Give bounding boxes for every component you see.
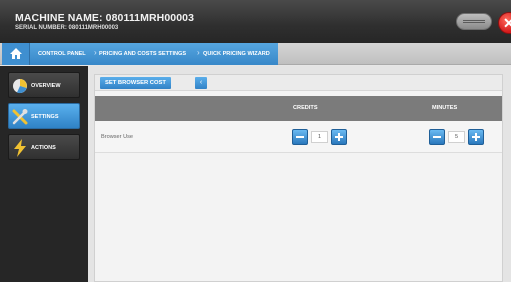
table-row: Browser Use 1 5 xyxy=(95,121,502,153)
breadcrumb-separator: › xyxy=(197,48,200,57)
section-header: SET BROWSER COST ‹ xyxy=(95,75,502,91)
credits-decrement-button[interactable] xyxy=(292,129,308,145)
app-window: MACHINE NAME: 080111MRH00003 SERIAL NUMB… xyxy=(0,0,511,282)
column-header-minutes: MINUTES xyxy=(432,105,458,111)
sidebar-item-actions[interactable]: ACTIONS xyxy=(8,134,80,160)
sidebar-item-label: SETTINGS xyxy=(31,114,59,120)
minus-icon xyxy=(296,136,304,138)
sidebar-item-settings[interactable]: SETTINGS xyxy=(8,103,80,129)
sidebar: OVERVIEW SETTINGS ACTIONS xyxy=(0,66,88,282)
home-icon xyxy=(10,48,22,59)
set-browser-cost-button[interactable]: SET BROWSER COST xyxy=(100,77,171,89)
serial-number: SERIAL NUMBER: 080111MRH00003 xyxy=(15,25,119,31)
minutes-value[interactable]: 5 xyxy=(448,131,465,143)
column-header-credits: CREDITS xyxy=(293,105,318,111)
menu-lines-icon xyxy=(463,20,485,23)
close-icon: ✕ xyxy=(503,15,511,31)
menu-toggle-button[interactable] xyxy=(456,13,492,30)
home-button[interactable] xyxy=(2,43,30,65)
close-button[interactable]: ✕ xyxy=(498,12,511,34)
minutes-stepper: 5 xyxy=(429,129,484,145)
credits-increment-button[interactable] xyxy=(331,129,347,145)
wrench-screwdriver-icon xyxy=(12,109,28,125)
row-label: Browser Use xyxy=(101,134,134,140)
main-content: SET BROWSER COST ‹ CREDITS MINUTES Brows… xyxy=(88,66,511,282)
settings-panel: SET BROWSER COST ‹ CREDITS MINUTES Brows… xyxy=(94,74,503,282)
sidebar-item-label: ACTIONS xyxy=(31,145,56,151)
header-bar: MACHINE NAME: 080111MRH00003 SERIAL NUMB… xyxy=(0,0,511,43)
lightning-icon xyxy=(14,139,26,157)
breadcrumb-item-quick-pricing[interactable]: QUICK PRICING WIZARD xyxy=(203,43,270,65)
credits-value[interactable]: 1 xyxy=(311,131,328,143)
table-header: CREDITS MINUTES xyxy=(95,96,502,121)
collapse-button[interactable]: ‹ xyxy=(195,77,207,89)
overview-icon xyxy=(13,79,27,94)
breadcrumb: CONTROL PANEL › PRICING AND COSTS SETTIN… xyxy=(0,43,511,65)
breadcrumb-item-pricing-costs[interactable]: PRICING AND COSTS SETTINGS xyxy=(99,43,186,65)
minutes-decrement-button[interactable] xyxy=(429,129,445,145)
breadcrumb-separator: › xyxy=(94,48,97,57)
machine-name: MACHINE NAME: 080111MRH00003 xyxy=(15,12,195,24)
minus-icon xyxy=(433,136,441,138)
sidebar-item-label: OVERVIEW xyxy=(31,83,61,89)
sidebar-item-overview[interactable]: OVERVIEW xyxy=(8,72,80,98)
breadcrumb-item-control-panel[interactable]: CONTROL PANEL xyxy=(38,43,86,65)
minutes-increment-button[interactable] xyxy=(468,129,484,145)
credits-stepper: 1 xyxy=(292,129,347,145)
